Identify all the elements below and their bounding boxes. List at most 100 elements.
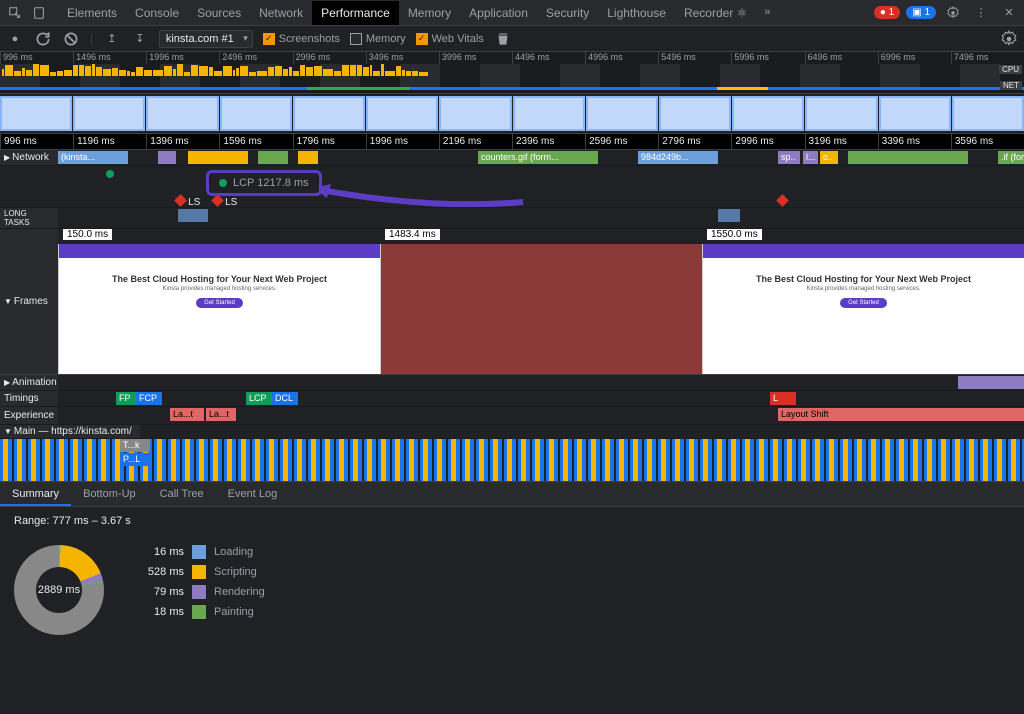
overview-minimap[interactable]: 996 ms1496 ms1996 ms2496 ms2996 ms3496 m…	[0, 52, 1024, 94]
kebab-icon[interactable]: ⋮	[970, 2, 992, 24]
reload-icon[interactable]	[34, 30, 52, 48]
animation-label[interactable]: ▶Animation	[0, 375, 58, 390]
panel-tabs: Elements Console Sources Network Perform…	[58, 1, 778, 25]
network-bar[interactable]: .if (form...	[998, 151, 1024, 164]
device-icon[interactable]	[28, 2, 50, 24]
summary-tabs: Summary Bottom-Up Call Tree Event Log	[0, 481, 1024, 507]
longtask-bar[interactable]	[178, 209, 208, 222]
frame-thumb[interactable]: 150.0 msThe Best Cloud Hosting for Your …	[58, 244, 380, 374]
cb-webvitals[interactable]: ✓Web Vitals	[416, 33, 484, 45]
legend-row: 18 msPainting	[134, 605, 265, 619]
tab-security[interactable]: Security	[537, 1, 598, 25]
tab-recorder[interactable]: Recorder ⚛	[675, 1, 756, 25]
trash-icon[interactable]	[494, 30, 512, 48]
message-badge[interactable]: ▣ 1	[906, 6, 936, 19]
tab-console[interactable]: Console	[126, 1, 188, 25]
network-track: ▶Network (kinsta... counters.gif (form...…	[0, 150, 1024, 166]
lcp-dot-icon	[219, 179, 227, 187]
tab-application[interactable]: Application	[460, 1, 537, 25]
frame-thumb[interactable]: 1550.0 msThe Best Cloud Hosting for Your…	[702, 244, 1024, 374]
longtask-bar[interactable]	[718, 209, 740, 222]
network-bar[interactable]: 984d249b...	[638, 151, 718, 164]
experience-bar[interactable]: La...t	[170, 408, 204, 421]
network-bar[interactable]	[258, 151, 288, 164]
timing-marker[interactable]: FCP	[136, 392, 162, 405]
summary-body: 2889 ms 16 msLoading 528 msScripting 79 ms…	[0, 535, 1024, 645]
timings-track: Timings FPFCPLCPDCLL	[0, 391, 1024, 407]
network-bar[interactable]: sp..	[778, 151, 800, 164]
network-bar[interactable]: (kinsta...	[58, 151, 128, 164]
network-bar[interactable]	[298, 151, 318, 164]
summary-range: Range: 777 ms – 3.67 s	[0, 507, 1024, 535]
settings-gear-icon[interactable]	[1000, 30, 1018, 48]
network-bar[interactable]: counters.gif (form...	[478, 151, 598, 164]
tab-performance[interactable]: Performance	[312, 1, 399, 25]
tab-elements[interactable]: Elements	[58, 1, 126, 25]
cb-screenshots[interactable]: ✓Screenshots	[263, 33, 340, 45]
time-ruler[interactable]: 996 ms1196 ms1396 ms1596 ms1796 ms1996 m…	[0, 134, 1024, 150]
stab-eventlog[interactable]: Event Log	[216, 482, 290, 506]
lcp-callout: LCP 1217.8 ms	[206, 170, 322, 196]
upload-icon[interactable]: ↥	[103, 30, 121, 48]
longtasks-track: LONG TASKS	[0, 208, 1024, 229]
network-label[interactable]: ▶Network	[0, 150, 58, 165]
legend-row: 79 msRendering	[134, 585, 265, 599]
tab-memory[interactable]: Memory	[399, 1, 460, 25]
stab-bottomup[interactable]: Bottom-Up	[71, 482, 148, 506]
stab-calltree[interactable]: Call Tree	[148, 482, 216, 506]
ls-marker-2: LS	[213, 196, 237, 207]
filmstrip[interactable]	[0, 94, 1024, 134]
ls-marker-1: LS	[176, 196, 200, 207]
more-tabs-icon[interactable]: »	[756, 1, 778, 23]
network-bar[interactable]	[158, 151, 176, 164]
network-bar[interactable]: o..	[820, 151, 838, 164]
timing-marker[interactable]: LCP	[246, 392, 272, 405]
main-track-header: ▼Main — https://kinsta.com/	[0, 425, 1024, 439]
cpu-label: CPU	[999, 65, 1022, 74]
recording-select[interactable]: kinsta.com #1	[159, 30, 253, 48]
frame-thumb[interactable]: 1483.4 ms	[380, 244, 702, 374]
tab-sources[interactable]: Sources	[188, 1, 250, 25]
longtasks-label: LONG TASKS	[0, 208, 58, 228]
legend-row: 16 msLoading	[134, 545, 265, 559]
animation-track: ▶Animation	[0, 375, 1024, 391]
summary-legend: 16 msLoading 528 msScripting 79 msRenderin…	[134, 545, 265, 619]
main-task-bar[interactable]: P...L	[120, 453, 150, 466]
timing-marker[interactable]: DCL	[272, 392, 298, 405]
legend-row: 528 msScripting	[134, 565, 265, 579]
main-task-bar[interactable]: T...k	[120, 439, 150, 452]
download-icon[interactable]: ↧	[131, 30, 149, 48]
vital-dot	[106, 170, 114, 178]
network-bar[interactable]	[188, 151, 248, 164]
net-label: NET	[1000, 81, 1022, 90]
gear-icon[interactable]	[942, 2, 964, 24]
frames-track: ▼Frames 150.0 msThe Best Cloud Hosting f…	[0, 229, 1024, 375]
experience-bar[interactable]: La...t	[206, 408, 236, 421]
perf-controls: ● | ↥ ↧ kinsta.com #1 ✓Screenshots Memor…	[0, 26, 1024, 52]
ls-marker-3	[778, 196, 787, 207]
web-vitals-track: LCP 1217.8 ms LS LS	[0, 166, 1024, 208]
network-bar[interactable]: l...	[803, 151, 818, 164]
frames-label[interactable]: ▼Frames	[0, 229, 58, 374]
cb-memory[interactable]: Memory	[350, 33, 406, 45]
timings-label: Timings	[0, 391, 58, 406]
tab-network[interactable]: Network	[250, 1, 312, 25]
network-bar[interactable]	[848, 151, 968, 164]
stab-summary[interactable]: Summary	[0, 482, 71, 506]
experience-label: Experience	[0, 407, 58, 424]
main-label[interactable]: ▼Main — https://kinsta.com/	[0, 425, 140, 438]
annotation-arrow	[313, 184, 533, 207]
tab-lighthouse[interactable]: Lighthouse	[598, 1, 675, 25]
record-icon[interactable]: ●	[6, 30, 24, 48]
experience-bar[interactable]: Layout Shift	[778, 408, 1024, 421]
summary-donut: 2889 ms	[14, 545, 104, 635]
anim-bar[interactable]	[958, 376, 1024, 389]
experience-track: Experience La...tLa...t Layout Shift	[0, 407, 1024, 425]
error-badge[interactable]: ● 1	[874, 6, 900, 19]
timing-marker[interactable]: L	[770, 392, 796, 405]
inspect-icon[interactable]	[4, 2, 26, 24]
main-flame[interactable]: T...k P...L	[0, 439, 1024, 481]
close-icon[interactable]: ✕	[998, 2, 1020, 24]
devtools-toolbar: Elements Console Sources Network Perform…	[0, 0, 1024, 26]
clear-icon[interactable]	[62, 30, 80, 48]
